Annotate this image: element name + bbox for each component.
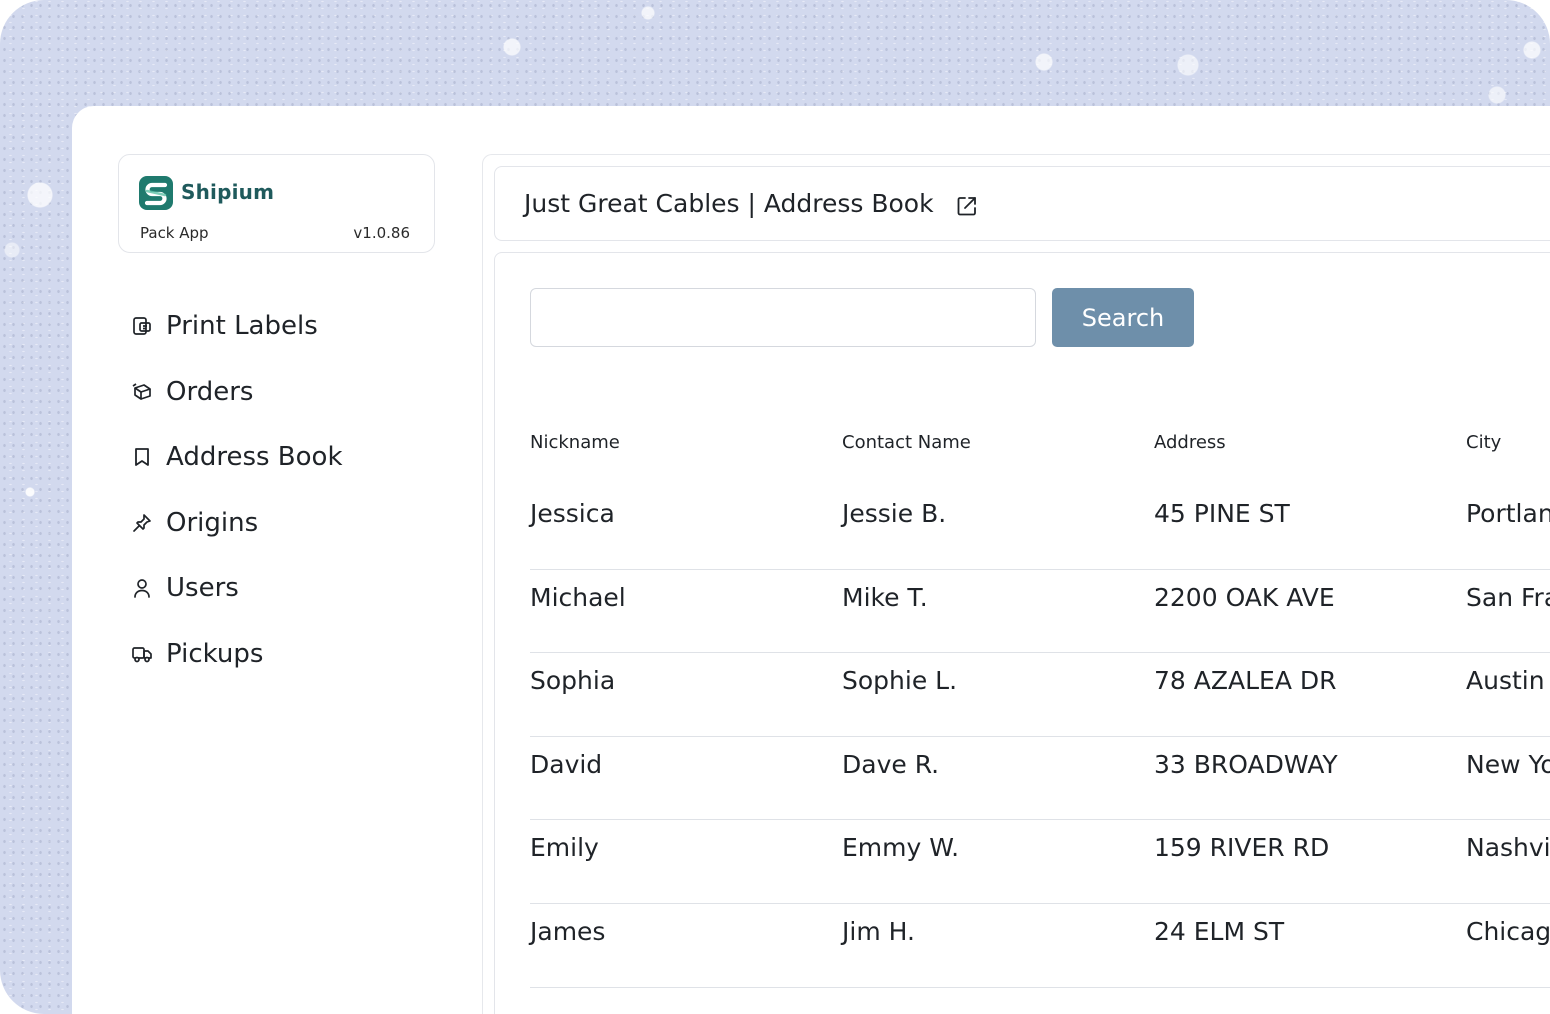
app-version: v1.0.86 [353,224,410,242]
table-row[interactable]: David Dave R. 33 BROADWAY New York [530,737,1550,821]
sidebar-item-print-labels[interactable]: Print Labels [130,306,343,346]
sidebar-item-label: Orders [166,376,254,407]
brand-name: Shipium [181,180,275,204]
page-header: Just Great Cables | Address Book [494,166,1550,241]
cell-city: Nashville [1466,833,1550,863]
cell-address: 24 ELM ST [1154,917,1285,946]
column-header-city: City [1466,432,1502,453]
sidebar-item-label: Print Labels [166,311,318,341]
cell-address: 78 AZALEA DR [1154,666,1337,696]
column-header-nickname: Nickname [530,432,620,453]
cell-nickname: David [530,749,603,779]
table-row[interactable]: Jessica Jessie B. 45 PINE ST Portland [530,486,1550,570]
table-row[interactable]: Emily Emmy W. 159 RIVER RD Nashville [530,820,1550,904]
sidebar-item-address-book[interactable]: Address Book [130,437,343,477]
cell-contact-name: Dave R. [842,749,940,779]
sidebar-nav: Print Labels Orders Address Book Origins… [130,306,343,700]
cell-nickname: James [530,917,606,946]
page-title: Just Great Cables | Address Book [524,189,934,218]
cell-contact-name: Jessie B. [842,499,947,528]
cell-city: Austin [1466,666,1545,696]
cell-address: 33 BROADWAY [1154,749,1338,779]
cell-address: 2200 OAK AVE [1154,582,1335,612]
cell-city: Portland [1466,499,1550,528]
cell-nickname: Emily [530,833,599,863]
sidebar-item-label: Origins [166,507,259,538]
sidebar-item-origins[interactable]: Origins [130,503,343,543]
column-header-address: Address [1154,432,1226,453]
brand-subtitle: Pack App [140,224,209,242]
sidebar-item-users[interactable]: Users [130,568,343,608]
sidebar-item-pickups[interactable]: Pickups [130,634,343,674]
sidebar-item-orders[interactable]: Orders [130,372,343,412]
cell-nickname: Sophia [530,666,616,696]
box-icon [130,380,154,404]
cell-address: 159 RIVER RD [1154,833,1330,863]
sidebar-item-label: Users [166,573,239,604]
bookmark-icon [130,445,154,469]
cell-contact-name: Emmy W. [842,833,960,863]
search-button[interactable]: Search [1052,288,1194,347]
table-row[interactable]: Sophia Sophie L. 78 AZALEA DR Austin [530,653,1550,737]
cell-contact-name: Jim H. [842,917,915,946]
user-icon [130,576,154,600]
column-header-contact-name: Contact Name [842,432,971,453]
cell-city: San Francisco [1466,582,1550,612]
sidebar-item-label: Pickups [166,638,264,669]
cell-nickname: Michael [530,582,626,612]
table-row[interactable]: James Jim H. 24 ELM ST Chicago [530,904,1550,988]
pin-icon [130,511,154,535]
cell-nickname: Jessica [530,499,615,528]
shipium-logo-icon [139,176,173,210]
cell-contact-name: Sophie L. [842,666,958,696]
sidebar-item-label: Address Book [166,442,343,473]
cell-city: New York [1466,749,1550,779]
cell-city: Chicago [1466,917,1550,946]
print-labels-icon [130,314,154,338]
brand-card: Shipium Pack App v1.0.86 [118,154,435,253]
table-row[interactable]: Michael Mike T. 2200 OAK AVE San Francis… [530,570,1550,654]
cell-contact-name: Mike T. [842,582,928,612]
search-input[interactable] [530,288,1036,347]
truck-icon [130,642,154,666]
external-link-icon[interactable] [955,194,979,218]
cell-address: 45 PINE ST [1154,499,1290,528]
